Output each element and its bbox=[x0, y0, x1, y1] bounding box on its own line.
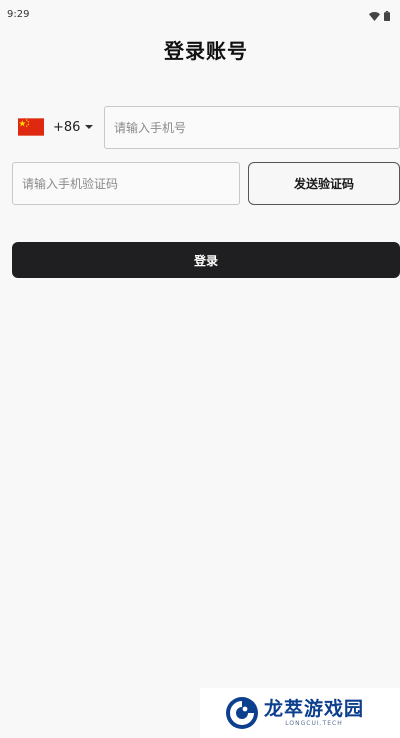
watermark-name: 龙萃游戏园 bbox=[264, 698, 365, 720]
status-time: 9:29 bbox=[7, 9, 30, 20]
battery-icon bbox=[384, 11, 390, 21]
watermark-text: 龙萃游戏园 LONGCUI.TECH bbox=[264, 698, 364, 728]
verification-code-input[interactable] bbox=[12, 162, 240, 205]
login-button[interactable]: 登录 bbox=[12, 242, 400, 278]
page-title: 登录账号 bbox=[164, 39, 248, 63]
china-flag-icon bbox=[18, 118, 44, 136]
phone-number-input[interactable] bbox=[104, 106, 400, 149]
country-code-label: +86 bbox=[53, 119, 81, 135]
country-code-picker[interactable]: +86 bbox=[18, 112, 98, 142]
longcui-logo-icon bbox=[226, 697, 258, 729]
chevron-down-icon bbox=[85, 125, 94, 129]
watermark: 龙萃游戏园 LONGCUI.TECH bbox=[200, 688, 400, 738]
watermark-subtitle: LONGCUI.TECH bbox=[285, 720, 343, 727]
send-code-button[interactable]: 发送验证码 bbox=[248, 162, 400, 205]
wifi-icon bbox=[369, 11, 380, 21]
status-bar: 9:29 bbox=[0, 0, 400, 30]
status-icons bbox=[369, 11, 390, 21]
